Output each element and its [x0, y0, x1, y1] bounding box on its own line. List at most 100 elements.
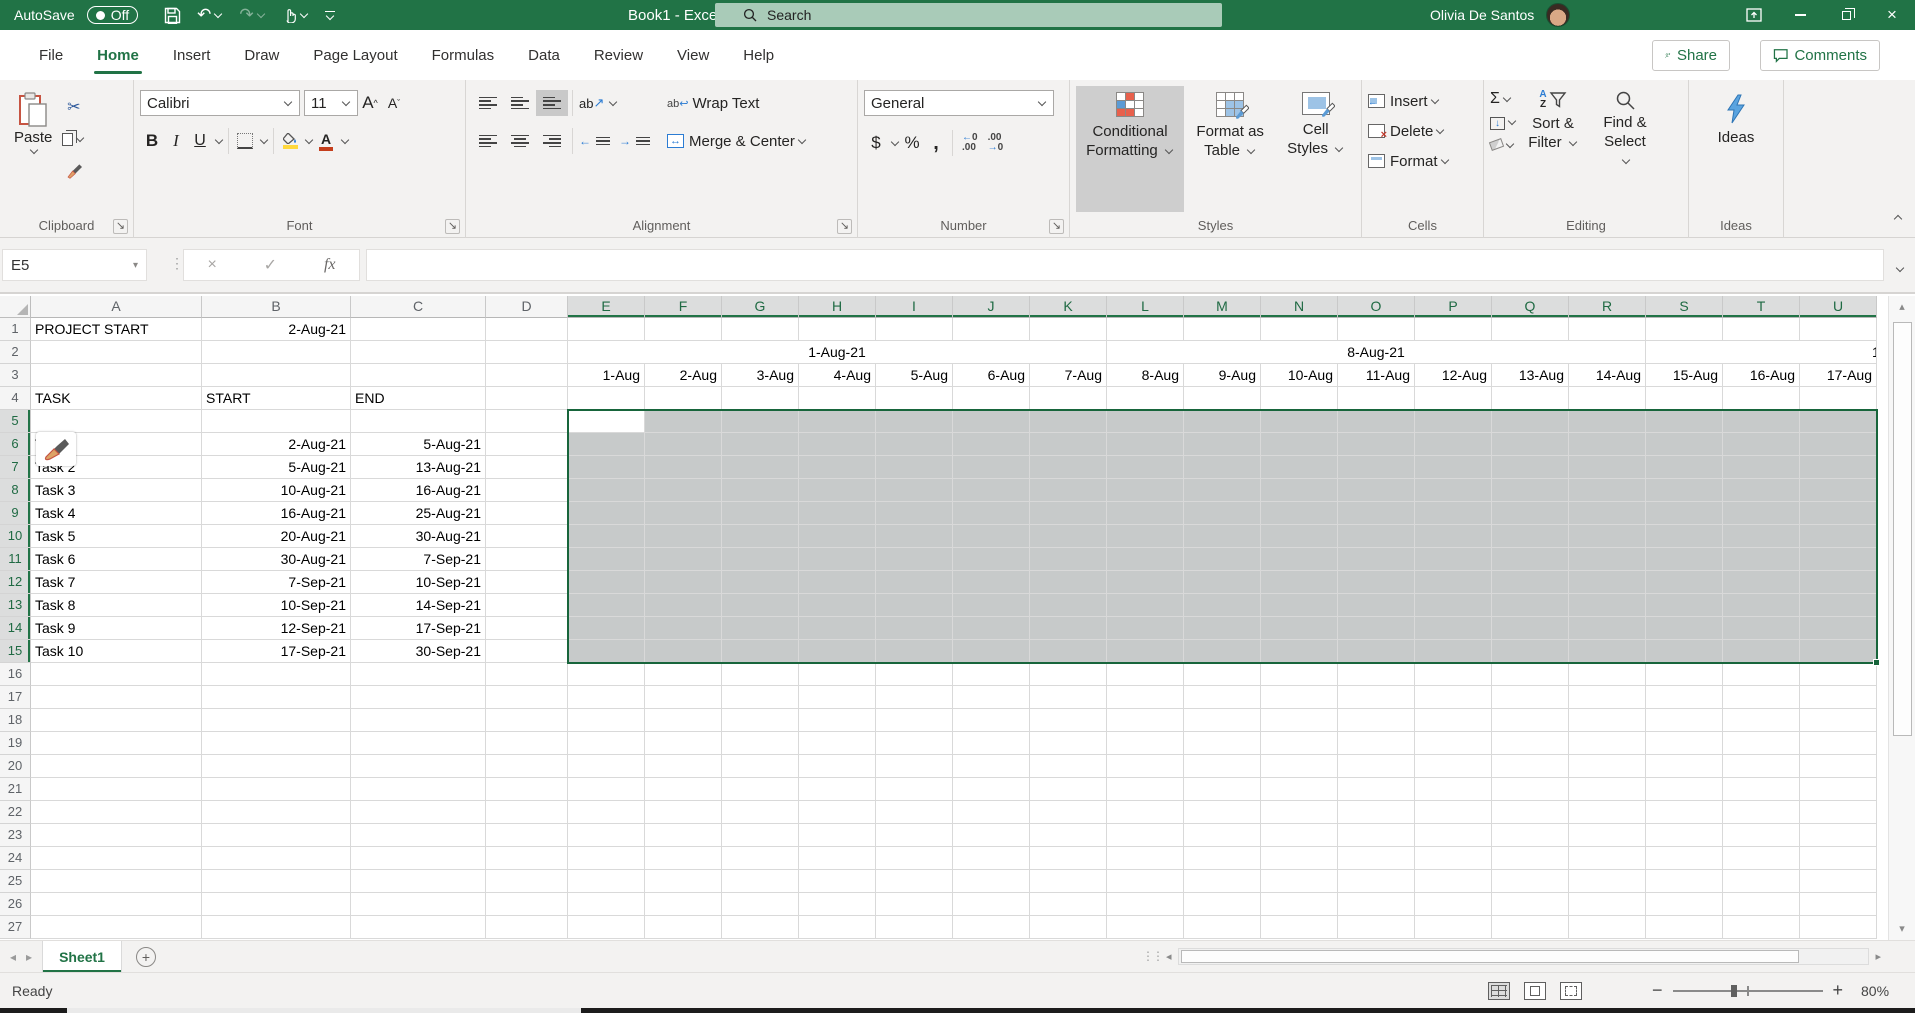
cell-N10[interactable]: [1261, 525, 1338, 548]
cell-G15[interactable]: [722, 640, 799, 663]
cell-E23[interactable]: [568, 824, 645, 847]
cell-M11[interactable]: [1184, 548, 1261, 571]
cell-H19[interactable]: [799, 732, 876, 755]
row-header-5[interactable]: 5: [0, 410, 31, 433]
cell-T15[interactable]: [1723, 640, 1800, 663]
cell-S1[interactable]: [1646, 318, 1723, 341]
cell-P18[interactable]: [1415, 709, 1492, 732]
cell-D23[interactable]: [486, 824, 568, 847]
column-header-J[interactable]: J: [953, 296, 1030, 318]
cell-A24[interactable]: [31, 847, 202, 870]
cell-H10[interactable]: [799, 525, 876, 548]
cell-N1[interactable]: [1261, 318, 1338, 341]
cell-N5[interactable]: [1261, 410, 1338, 433]
cell-H7[interactable]: [799, 456, 876, 479]
decrease-indent-button[interactable]: ←: [577, 128, 617, 154]
cell-J8[interactable]: [953, 479, 1030, 502]
delete-cells-button[interactable]: × Delete: [1368, 116, 1477, 146]
cell-I7[interactable]: [876, 456, 953, 479]
cell-L4[interactable]: [1107, 387, 1184, 410]
cell-R18[interactable]: [1569, 709, 1646, 732]
cell-N13[interactable]: [1261, 594, 1338, 617]
close-button[interactable]: ×: [1869, 0, 1915, 30]
cell-I15[interactable]: [876, 640, 953, 663]
cell-T9[interactable]: [1723, 502, 1800, 525]
zoom-slider[interactable]: [1673, 990, 1823, 992]
cell-O12[interactable]: [1338, 571, 1415, 594]
cell-C7[interactable]: 13-Aug-21: [351, 456, 486, 479]
cell-J10[interactable]: [953, 525, 1030, 548]
cell-E15[interactable]: [568, 640, 645, 663]
cell-C10[interactable]: 30-Aug-21: [351, 525, 486, 548]
cell-K25[interactable]: [1030, 870, 1107, 893]
cell-O22[interactable]: [1338, 801, 1415, 824]
select-all-button[interactable]: [0, 296, 31, 318]
align-top-button[interactable]: [472, 90, 504, 116]
row-header-20[interactable]: 20: [0, 755, 31, 778]
cell-H1[interactable]: [799, 318, 876, 341]
cell-F25[interactable]: [645, 870, 722, 893]
cell-U11[interactable]: [1800, 548, 1877, 571]
cell-J9[interactable]: [953, 502, 1030, 525]
cell-B26[interactable]: [202, 893, 351, 916]
avatar[interactable]: [1546, 3, 1570, 27]
cell-P16[interactable]: [1415, 663, 1492, 686]
cell-N3[interactable]: 10-Aug: [1261, 364, 1338, 387]
cell-F3[interactable]: 2-Aug: [645, 364, 722, 387]
cell-Q19[interactable]: [1492, 732, 1569, 755]
name-box[interactable]: E5▾: [2, 249, 147, 281]
cell-A8[interactable]: Task 3: [31, 479, 202, 502]
cell-D4[interactable]: [486, 387, 568, 410]
cell-R10[interactable]: [1569, 525, 1646, 548]
clipboard-dialog-launcher[interactable]: ↘: [113, 219, 128, 234]
cell-I5[interactable]: [876, 410, 953, 433]
cell-K24[interactable]: [1030, 847, 1107, 870]
cell-R11[interactable]: [1569, 548, 1646, 571]
align-middle-button[interactable]: [504, 90, 536, 116]
cell-R4[interactable]: [1569, 387, 1646, 410]
cell-P21[interactable]: [1415, 778, 1492, 801]
cell-C24[interactable]: [351, 847, 486, 870]
cell-R17[interactable]: [1569, 686, 1646, 709]
cell-M27[interactable]: [1184, 916, 1261, 939]
cell-D15[interactable]: [486, 640, 568, 663]
cell-K14[interactable]: [1030, 617, 1107, 640]
cell-S6[interactable]: [1646, 433, 1723, 456]
insert-function-button[interactable]: fx: [324, 256, 336, 274]
cell-D24[interactable]: [486, 847, 568, 870]
cell-U17[interactable]: [1800, 686, 1877, 709]
column-header-L[interactable]: L: [1107, 296, 1184, 318]
cell-R23[interactable]: [1569, 824, 1646, 847]
cell-B18[interactable]: [202, 709, 351, 732]
cell-E26[interactable]: [568, 893, 645, 916]
cell-M1[interactable]: [1184, 318, 1261, 341]
cell-B13[interactable]: 10-Sep-21: [202, 594, 351, 617]
bold-button[interactable]: B: [140, 128, 164, 154]
align-right-button[interactable]: [536, 128, 568, 154]
cell-Q8[interactable]: [1492, 479, 1569, 502]
cell-S13[interactable]: [1646, 594, 1723, 617]
cell-B8[interactable]: 10-Aug-21: [202, 479, 351, 502]
cell-N7[interactable]: [1261, 456, 1338, 479]
zoom-slider-thumb[interactable]: [1731, 985, 1737, 997]
cell-O1[interactable]: [1338, 318, 1415, 341]
copy-button[interactable]: [60, 126, 87, 152]
cell-I1[interactable]: [876, 318, 953, 341]
cell-T22[interactable]: [1723, 801, 1800, 824]
cell-F7[interactable]: [645, 456, 722, 479]
percent-style-button[interactable]: %: [900, 130, 924, 156]
cell-D18[interactable]: [486, 709, 568, 732]
cell-J19[interactable]: [953, 732, 1030, 755]
cell-H14[interactable]: [799, 617, 876, 640]
cell-C16[interactable]: [351, 663, 486, 686]
cell-Q1[interactable]: [1492, 318, 1569, 341]
cell-F11[interactable]: [645, 548, 722, 571]
cell-P9[interactable]: [1415, 502, 1492, 525]
cell-M6[interactable]: [1184, 433, 1261, 456]
cell-R3[interactable]: 14-Aug: [1569, 364, 1646, 387]
cell-S5[interactable]: [1646, 410, 1723, 433]
cell-H4[interactable]: [799, 387, 876, 410]
cell-K16[interactable]: [1030, 663, 1107, 686]
cell-J23[interactable]: [953, 824, 1030, 847]
cell-A4[interactable]: TASK: [31, 387, 202, 410]
